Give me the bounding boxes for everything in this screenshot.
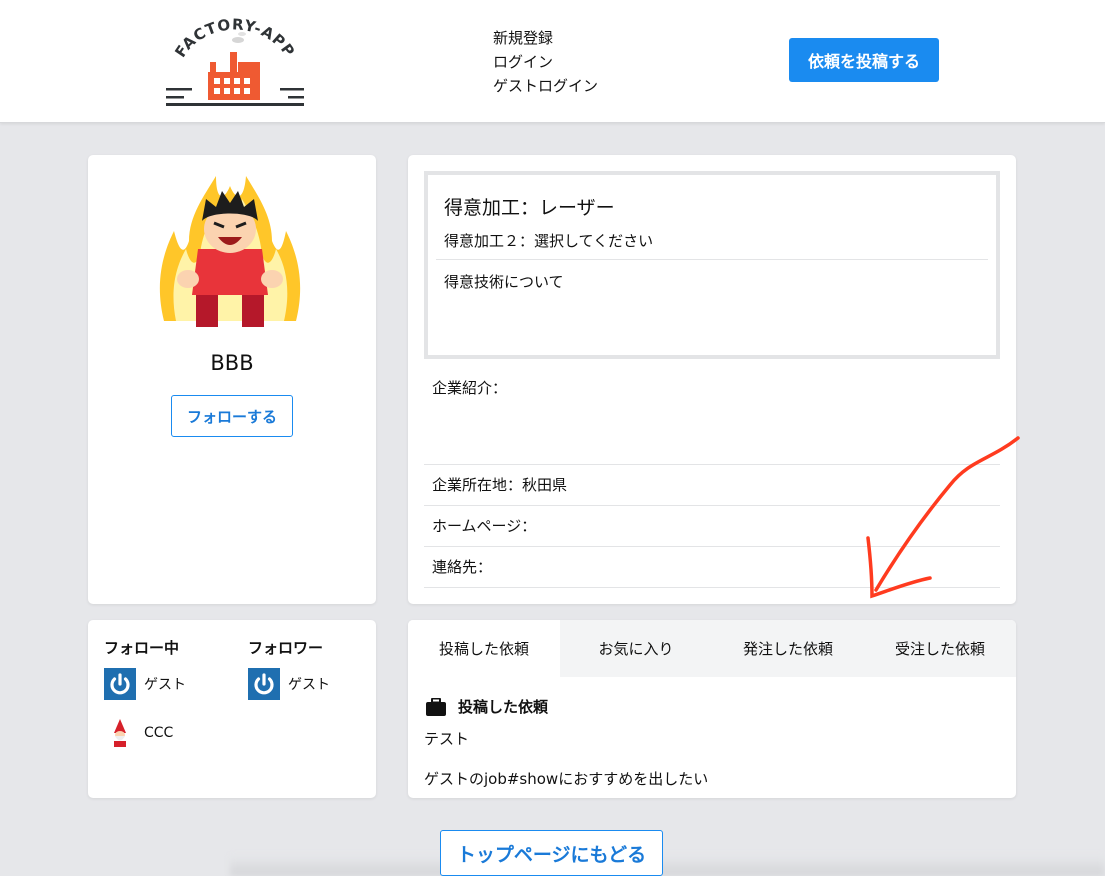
tab-ordered-requests[interactable]: 発注した依頼 [712, 620, 864, 676]
followers-title: フォロワー [248, 639, 324, 657]
homepage-label: ホームページ： [432, 517, 537, 535]
company-intro: 企業紹介： [424, 377, 1000, 465]
follower-user[interactable]: ゲスト [248, 668, 330, 700]
company-location: 企業所在地：秋田県 [424, 465, 1000, 506]
section-title-label: 投稿した依頼 [458, 698, 549, 716]
requests-card: 投稿した依頼 お気に入り 発注した依頼 受注した依頼 投稿した依頼 テスト ゲス… [408, 620, 1016, 798]
company-location-label: 企業所在地：秋田県 [432, 476, 568, 494]
contact: 連絡先： [424, 547, 1000, 588]
power-icon [248, 668, 280, 700]
gnome-avatar-icon [104, 717, 136, 749]
tab-posted-requests[interactable]: 投稿した依頼 [408, 620, 560, 677]
follower-user-name: ゲスト [288, 677, 330, 693]
company-intro-label: 企業紹介： [432, 379, 508, 397]
homepage: ホームページ： [424, 506, 1000, 547]
divider [436, 259, 988, 260]
follows-card: フォロー中 フォロワー ゲスト CCC ゲスト [88, 620, 376, 798]
following-user[interactable]: ゲスト [104, 668, 186, 700]
skill-description-label: 得意技術について [444, 273, 564, 291]
secondary-skill: 得意加工２：選択してください [444, 232, 654, 250]
section-title: 投稿した依頼 [426, 696, 548, 717]
post-request-button[interactable]: 依頼を投稿する [789, 38, 939, 82]
briefcase-icon [426, 697, 446, 716]
follow-button[interactable]: フォローする [171, 395, 293, 437]
auth-links: 新規登録 ログイン ゲストログイン [493, 26, 598, 98]
company-details-card: 得意加工：レーザー 得意加工２：選択してください 得意技術について 企業紹介： … [408, 155, 1016, 604]
user-avatar-image [159, 176, 301, 327]
site-header: FACTORY-APP 新規登録 ログイン ゲストログイン 依頼を投稿する [0, 0, 1105, 123]
factory-app-logo[interactable]: FACTORY-APP [160, 14, 310, 110]
following-title: フォロー中 [104, 639, 180, 657]
power-icon [104, 668, 136, 700]
guest-login-link[interactable]: ゲストログイン [493, 74, 598, 98]
following-user[interactable]: CCC [104, 717, 173, 749]
tab-favorites[interactable]: お気に入り [560, 620, 712, 676]
request-item[interactable]: テスト [424, 728, 469, 749]
contact-label: 連絡先： [432, 558, 493, 576]
login-link[interactable]: ログイン [493, 50, 598, 74]
profile-card: BBB フォローする [88, 155, 376, 604]
request-item[interactable]: ゲストのjob#showにおすすめを出したい [424, 768, 708, 789]
skills-box: 得意加工：レーザー 得意加工２：選択してください 得意技術について [424, 171, 1000, 359]
following-user-name: ゲスト [144, 677, 186, 693]
requests-tabs: 投稿した依頼 お気に入り 発注した依頼 受注した依頼 [408, 620, 1016, 677]
back-to-top-button[interactable]: トップページにもどる [440, 830, 663, 876]
signup-link[interactable]: 新規登録 [493, 26, 598, 50]
following-user-name: CCC [144, 725, 174, 741]
profile-username: BBB [210, 351, 254, 375]
bottom-shadow [230, 855, 1105, 876]
tab-received-requests[interactable]: 受注した依頼 [864, 620, 1016, 676]
primary-skill: 得意加工：レーザー [444, 197, 615, 219]
